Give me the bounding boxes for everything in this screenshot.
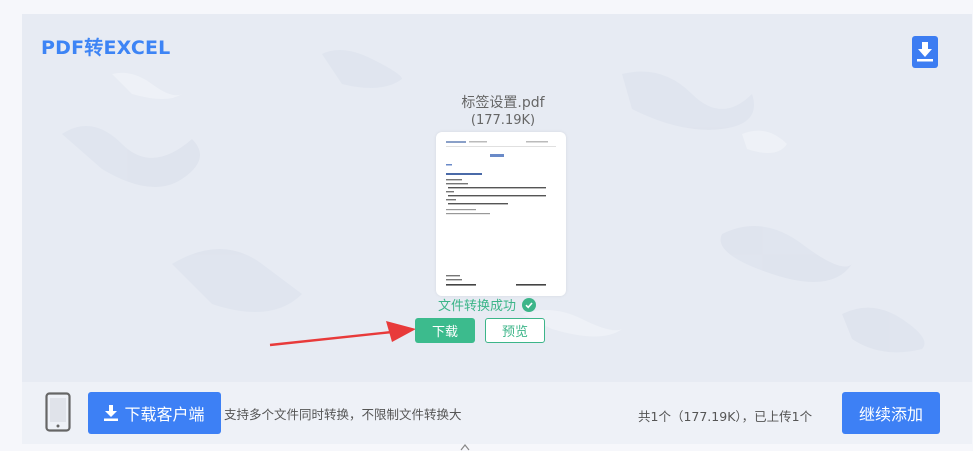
preview-button[interactable]: 预览	[485, 318, 545, 343]
document-preview	[446, 141, 556, 286]
check-circle-icon	[522, 297, 537, 312]
conversion-status: 文件转换成功	[438, 295, 568, 314]
download-icon	[917, 42, 933, 62]
file-thumbnail[interactable]	[436, 132, 566, 296]
feature-tip: 支持多个文件同时转换，不限制文件转换大	[224, 407, 462, 422]
small-mark-icon	[460, 444, 470, 451]
download-button[interactable]: 下载	[415, 318, 475, 343]
mobile-phone-icon	[45, 392, 71, 432]
download-all-button[interactable]	[912, 36, 938, 68]
bottom-bar: 下载客户端 支持多个文件同时转换，不限制文件转换大 共1个（177.19K），已…	[22, 382, 972, 444]
continue-add-button[interactable]: 继续添加	[842, 392, 940, 434]
page-title: PDF转EXCEL	[41, 37, 171, 59]
file-size: (177.19K)	[470, 113, 536, 128]
pointer-arrow	[269, 321, 416, 347]
upload-count: 共1个（177.19K），已上传1个	[638, 409, 813, 424]
download-client-button[interactable]: 下载客户端	[88, 392, 221, 434]
download-client-label: 下载客户端	[124, 405, 205, 424]
download-icon	[104, 405, 119, 421]
file-name: 标签设置.pdf	[461, 95, 545, 111]
status-text: 文件转换成功	[438, 299, 517, 314]
